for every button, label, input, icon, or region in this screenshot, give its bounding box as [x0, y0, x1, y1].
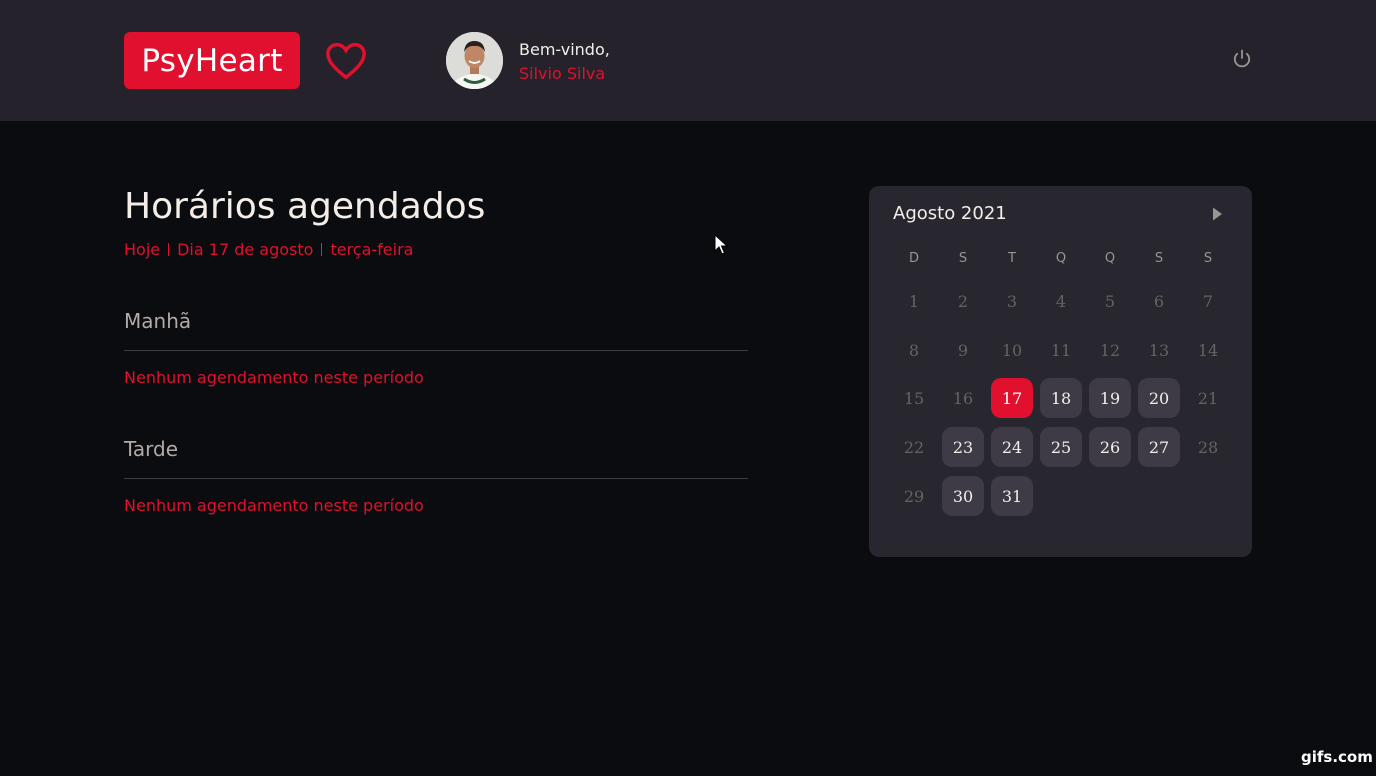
calendar-day[interactable]: 25: [1040, 427, 1082, 467]
logo[interactable]: PsyHeart: [124, 32, 300, 89]
section-afternoon-label: Tarde: [124, 437, 179, 461]
page-title: Horários agendados: [124, 186, 486, 227]
watermark: gifs.com: [1301, 748, 1373, 766]
today-label: Hoje: [124, 240, 161, 259]
top-header: PsyHeart Bem-vindo, Silvio Silva: [0, 0, 1376, 121]
calendar-day: 29: [903, 486, 925, 506]
calendar-day: 4: [1055, 291, 1067, 311]
calendar-day[interactable]: 20: [1138, 378, 1180, 418]
calendar-weekday: Q: [1104, 251, 1116, 266]
calendar-day: 12: [1099, 340, 1121, 360]
weekday-label: terça-feira: [330, 240, 414, 259]
calendar-day[interactable]: 19: [1089, 378, 1131, 418]
calendar-day: 1: [908, 291, 920, 311]
calendar-day: 9: [957, 340, 969, 360]
calendar-day-selected[interactable]: 17: [991, 378, 1033, 418]
calendar: Agosto 2021 DSTQQSS 1 2 3 4 5 6 7 8 9 10 11 12 13 14 1…: [869, 186, 1252, 557]
heart-icon: [326, 42, 366, 80]
calendar-day: 22: [903, 437, 925, 457]
logo-text: PsyHeart: [141, 42, 283, 79]
calendar-day: 11: [1050, 340, 1072, 360]
date-label: Dia 17 de agosto: [177, 240, 314, 259]
calendar-day: 21: [1197, 388, 1219, 408]
calendar-day: 28: [1197, 437, 1219, 457]
section-divider: [124, 478, 748, 479]
section-morning-label: Manhã: [124, 309, 192, 333]
calendar-day: 8: [908, 340, 920, 360]
section-divider: [124, 350, 748, 351]
calendar-month-label: Agosto 2021: [893, 203, 1007, 224]
user-name-link[interactable]: Silvio Silva: [519, 62, 610, 86]
calendar-day: 6: [1153, 291, 1165, 311]
mouse-pointer-icon: [714, 234, 728, 255]
calendar-day[interactable]: 26: [1089, 427, 1131, 467]
calendar-weekday: D: [908, 251, 919, 266]
calendar-weekday: S: [1203, 251, 1213, 266]
subtitle-divider: [168, 243, 170, 256]
welcome-block: Bem-vindo, Silvio Silva: [519, 38, 610, 86]
calendar-day[interactable]: 30: [942, 476, 984, 516]
power-icon[interactable]: [1230, 47, 1254, 71]
calendar-weekday: S: [1154, 251, 1164, 266]
calendar-day: 13: [1148, 340, 1170, 360]
afternoon-empty-message: Nenhum agendamento neste período: [124, 496, 424, 515]
morning-empty-message: Nenhum agendamento neste período: [124, 368, 424, 387]
calendar-day[interactable]: 27: [1138, 427, 1180, 467]
avatar-image: [446, 32, 503, 89]
calendar-day: 7: [1202, 291, 1214, 311]
calendar-weekday: Q: [1055, 251, 1067, 266]
calendar-day: 14: [1197, 340, 1219, 360]
calendar-day[interactable]: 18: [1040, 378, 1082, 418]
welcome-greeting: Bem-vindo,: [519, 40, 610, 59]
calendar-day: 10: [1001, 340, 1023, 360]
calendar-day[interactable]: 31: [991, 476, 1033, 516]
calendar-day: 2: [957, 291, 969, 311]
calendar-day[interactable]: 24: [991, 427, 1033, 467]
calendar-day: 5: [1104, 291, 1116, 311]
calendar-day: 3: [1006, 291, 1018, 311]
calendar-day: 16: [952, 388, 974, 408]
calendar-day[interactable]: 23: [942, 427, 984, 467]
calendar-weekday: S: [958, 251, 968, 266]
arrow-right-icon[interactable]: [1209, 206, 1225, 222]
subtitle-divider: [321, 243, 323, 256]
calendar-weekday: T: [1008, 251, 1016, 266]
date-subtitle: Hoje Dia 17 de agosto terça-feira: [124, 240, 413, 259]
calendar-day: 15: [903, 388, 925, 408]
avatar[interactable]: [446, 32, 503, 89]
